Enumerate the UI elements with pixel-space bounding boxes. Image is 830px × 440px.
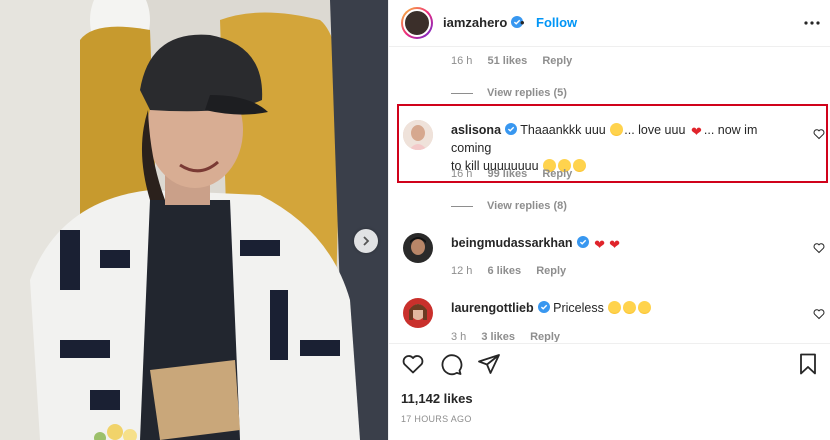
more-horizontal-icon[interactable] xyxy=(803,14,821,32)
verified-badge-icon xyxy=(505,123,518,135)
like-comment-heart-icon[interactable] xyxy=(813,128,825,140)
red-heart-emoji-icon: ❤ xyxy=(690,124,702,139)
commenter-username[interactable]: beingmudassarkhan xyxy=(451,236,573,250)
tears-of-joy-emoji-icon xyxy=(638,301,652,314)
comment-likes[interactable]: 3 likes xyxy=(481,331,515,342)
comment-time: 16 h xyxy=(451,55,473,67)
comment-text-body: Priceless xyxy=(553,301,604,315)
replies-line xyxy=(451,92,473,94)
header-divider xyxy=(389,46,830,47)
verified-badge-icon xyxy=(576,236,589,248)
tears-of-joy-emoji-icon xyxy=(623,301,637,314)
comment-text: laurengottlieb Priceless xyxy=(451,299,652,317)
comment-text: beingmudassarkhan ❤ ❤ xyxy=(451,234,622,252)
comment-likes[interactable]: 99 likes xyxy=(487,168,527,180)
comment-likes[interactable]: 6 likes xyxy=(487,265,521,277)
follow-button[interactable]: Follow xyxy=(536,15,577,30)
comment-text-part2: ... love uuu xyxy=(624,123,686,137)
separator-dot: • xyxy=(520,15,525,30)
post-header: iamzahero • Follow xyxy=(389,0,830,46)
avatar-image xyxy=(403,298,433,328)
comment-meta: 12 h 6 likes Reply xyxy=(451,265,578,277)
next-photo-button[interactable] xyxy=(354,229,378,253)
comment-text: aslisona Thaaankkk uuu ... love uuu ❤...… xyxy=(451,121,791,175)
commenter-avatar[interactable] xyxy=(403,120,433,150)
commenter-avatar[interactable] xyxy=(403,298,433,328)
like-comment-heart-icon[interactable] xyxy=(813,242,825,254)
like-heart-icon[interactable] xyxy=(401,352,425,376)
avatar-image xyxy=(403,9,431,37)
reply-button[interactable]: Reply xyxy=(542,55,572,67)
post-photo[interactable] xyxy=(0,0,388,440)
reply-button[interactable]: Reply xyxy=(530,331,560,342)
commenter-avatar[interactable] xyxy=(403,233,433,263)
comments-panel: iamzahero • Follow 16 h 51 likes Reply V… xyxy=(388,0,830,440)
avatar-image xyxy=(403,233,433,263)
comment-bubble-icon[interactable] xyxy=(439,352,463,376)
reply-button[interactable]: Reply xyxy=(542,168,572,180)
tears-of-joy-emoji-icon xyxy=(608,301,622,314)
view-replies-label: View replies (5) xyxy=(487,87,567,99)
likes-count[interactable]: 11,142 likes xyxy=(401,391,473,406)
author-username-text[interactable]: iamzahero xyxy=(443,15,507,30)
like-comment-heart-icon[interactable] xyxy=(813,308,825,320)
red-heart-emoji-icon: ❤ xyxy=(594,237,606,252)
post-timestamp[interactable]: 17 HOURS AGO xyxy=(401,414,472,424)
comment-time: 12 h xyxy=(451,265,473,277)
avatar-image xyxy=(403,120,433,150)
save-bookmark-icon[interactable] xyxy=(796,352,820,376)
comment-meta: 16 h 51 likes Reply xyxy=(451,55,584,67)
footer-divider xyxy=(389,343,830,344)
view-replies-button[interactable]: View replies (5) xyxy=(451,87,567,99)
commenter-username[interactable]: aslisona xyxy=(451,123,501,137)
photo-illustration xyxy=(0,0,388,440)
comment-meta: 3 h 3 likes Reply xyxy=(451,331,572,342)
view-replies-label: View replies (8) xyxy=(487,200,567,212)
comment-meta: 16 h 99 likes Reply xyxy=(451,168,584,180)
instagram-post-view: iamzahero • Follow 16 h 51 likes Reply V… xyxy=(0,0,830,440)
share-paper-plane-icon[interactable] xyxy=(477,352,501,376)
comment-likes[interactable]: 51 likes xyxy=(487,55,527,67)
reply-button[interactable]: Reply xyxy=(536,265,566,277)
chevron-right-icon xyxy=(363,236,370,246)
view-replies-button[interactable]: View replies (8) xyxy=(451,200,567,212)
author-username[interactable]: iamzahero xyxy=(443,15,524,30)
comment-text-part1: Thaaankkk uuu xyxy=(520,123,606,137)
comment-time: 16 h xyxy=(451,168,473,180)
verified-badge-icon xyxy=(537,301,550,313)
commenter-username[interactable]: laurengottlieb xyxy=(451,301,534,315)
red-heart-emoji-icon: ❤ xyxy=(609,237,621,252)
replies-line xyxy=(451,205,473,207)
comment-time: 3 h xyxy=(451,331,467,342)
hugging-face-emoji-icon xyxy=(610,123,624,136)
author-avatar[interactable] xyxy=(401,7,433,39)
